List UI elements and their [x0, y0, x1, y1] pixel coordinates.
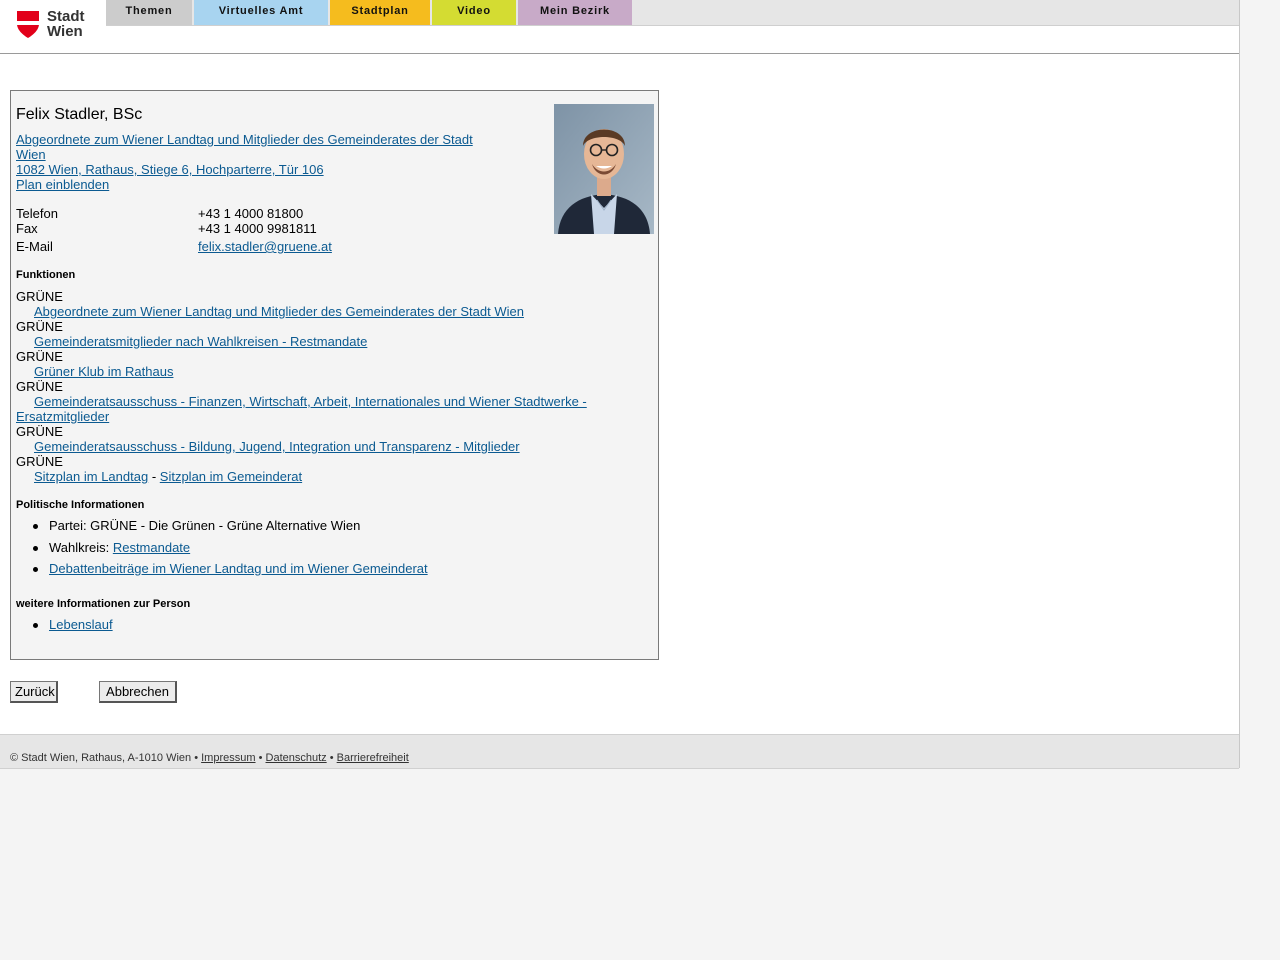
stadt-wien-logo[interactable]: Stadt Wien — [16, 8, 96, 42]
cv-item: Lebenslauf — [33, 617, 113, 632]
function-link[interactable]: Grüner Klub im Rathaus — [34, 364, 173, 379]
cancel-button[interactable]: Abbrechen — [99, 681, 177, 703]
tab-video[interactable]: Video — [432, 0, 516, 25]
site-header: Stadt Wien Themen Virtuelles Amt Stadtpl… — [0, 0, 1239, 54]
footer-separator: • — [329, 752, 334, 764]
seat-plan-links: Sitzplan im Landtag - Sitzplan im Gemein… — [34, 469, 302, 484]
seat-plan-landtag-link[interactable]: Sitzplan im Landtag — [34, 469, 148, 484]
district-item: Wahlkreis: Restmandate — [32, 540, 190, 555]
seat-plan-gemeinderat-link[interactable]: Sitzplan im Gemeinderat — [160, 469, 302, 484]
logo-line-1: Stadt — [47, 8, 85, 25]
function-link-line-2[interactable]: Ersatzmitglieder — [16, 409, 109, 424]
role-link-line-2[interactable]: Wien — [16, 147, 46, 162]
logo-line-2: Wien — [47, 23, 83, 40]
debates-link[interactable]: Debattenbeiträge im Wiener Landtag und i… — [49, 561, 428, 576]
district-label: Wahlkreis: — [49, 540, 110, 555]
tab-stadtplan[interactable]: Stadtplan — [330, 0, 430, 25]
district-link[interactable]: Restmandate — [113, 540, 190, 555]
footer-separator: • — [258, 752, 263, 764]
page: Stadt Wien Themen Virtuelles Amt Stadtpl… — [0, 0, 1240, 769]
tab-themen[interactable]: Themen — [106, 0, 192, 25]
imprint-link[interactable]: Impressum — [201, 752, 255, 764]
site-footer: © Stadt Wien, Rathaus, A-1010 Wien • Imp… — [0, 734, 1239, 769]
function-link[interactable]: Abgeordnete zum Wiener Landtag und Mitgl… — [34, 304, 524, 319]
person-card: Felix Stadler, BSc Abgeordnete zum Wiene… — [10, 90, 659, 660]
function-link-line-1[interactable]: Gemeinderatsausschuss - Finanzen, Wirtsc… — [34, 394, 587, 409]
email-link[interactable]: felix.stadler@gruene.at — [198, 239, 332, 254]
address-link[interactable]: 1082 Wien, Rathaus, Stiege 6, Hochparter… — [16, 162, 324, 177]
more-info-heading: weitere Informationen zur Person — [16, 598, 191, 610]
back-button[interactable]: Zurück — [10, 681, 58, 703]
footer-copyright: © Stadt Wien, Rathaus, A-1010 Wien • — [10, 752, 199, 764]
accessibility-link[interactable]: Barrierefreiheit — [337, 752, 409, 764]
function-party: GRÜNE — [16, 349, 63, 364]
function-party: GRÜNE — [16, 379, 63, 394]
function-party: GRÜNE — [16, 319, 63, 334]
privacy-link[interactable]: Datenschutz — [266, 752, 327, 764]
person-name: Felix Stadler, BSc — [16, 106, 143, 123]
function-party: GRÜNE — [16, 289, 63, 304]
seat-plan-separator: - — [151, 469, 157, 484]
function-link[interactable]: Gemeinderatsmitglieder nach Wahlkreisen … — [34, 334, 367, 349]
debates-item: Debattenbeiträge im Wiener Landtag und i… — [33, 561, 428, 576]
fax-value: +43 1 4000 9981811 — [198, 221, 317, 236]
email-label: E-Mail — [16, 239, 53, 254]
party-item: Partei: GRÜNE - Die Grünen - Grüne Alter… — [32, 518, 361, 533]
phone-value: +43 1 4000 81800 — [198, 206, 304, 221]
function-party: GRÜNE — [16, 424, 63, 439]
function-link[interactable]: Gemeinderatsausschuss - Bildung, Jugend,… — [34, 439, 520, 454]
phone-label: Telefon — [16, 206, 58, 221]
person-photo — [554, 104, 654, 234]
tab-mein-bezirk[interactable]: Mein Bezirk — [518, 0, 632, 25]
cv-link[interactable]: Lebenslauf — [49, 617, 113, 632]
political-heading: Politische Informationen — [16, 499, 145, 511]
tab-virtuelles-amt[interactable]: Virtuelles Amt — [194, 0, 328, 25]
function-party: GRÜNE — [16, 454, 63, 469]
show-plan-link[interactable]: Plan einblenden — [16, 177, 109, 192]
wien-shield-icon — [17, 11, 39, 38]
fax-label: Fax — [16, 221, 38, 236]
role-link-line-1[interactable]: Abgeordnete zum Wiener Landtag und Mitgl… — [16, 132, 473, 147]
functions-heading: Funktionen — [16, 269, 76, 281]
